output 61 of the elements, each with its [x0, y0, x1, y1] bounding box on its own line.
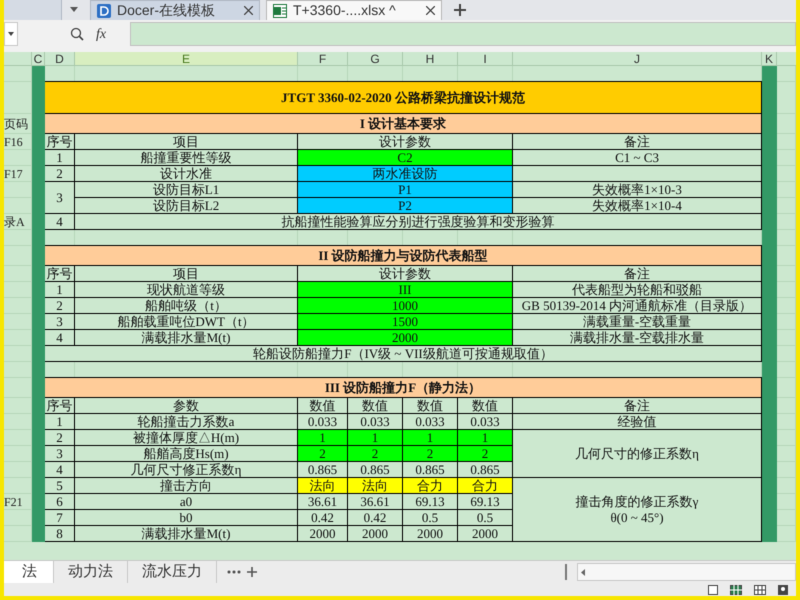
- table-cell: C2: [297, 149, 513, 166]
- section-header: III 设防船撞力F（静力法）: [44, 377, 762, 398]
- title-cell: JTGT 3360-02-2020 公路桥梁抗撞设计规范: [44, 81, 762, 114]
- zoom-icon[interactable]: [70, 27, 84, 41]
- table-cell: 1: [457, 429, 513, 446]
- table-cell: 2: [297, 445, 348, 462]
- table-cell: 法向: [347, 477, 403, 494]
- document-icon: [97, 4, 111, 18]
- left-arrow-icon[interactable]: [581, 568, 585, 576]
- table-cell: P2: [297, 197, 513, 214]
- column-header[interactable]: F: [298, 52, 348, 65]
- table-cell: 1500: [297, 313, 513, 330]
- table-cell: 合力: [402, 477, 458, 494]
- name-box[interactable]: [4, 22, 18, 46]
- table-cell: 合力: [457, 477, 513, 494]
- close-icon[interactable]: [244, 6, 253, 15]
- grid-icon[interactable]: [730, 584, 742, 594]
- table-cell: 法向: [297, 477, 348, 494]
- table-cell: 两水准设防: [297, 165, 513, 182]
- table-cell: 2000: [297, 329, 513, 346]
- more-icon[interactable]: [227, 570, 241, 574]
- column-header[interactable]: K: [762, 52, 777, 65]
- plus-icon[interactable]: [247, 567, 257, 577]
- browser-tab[interactable]: Docer-在线模板: [90, 0, 260, 20]
- close-icon[interactable]: [426, 6, 435, 15]
- caret-icon[interactable]: [70, 7, 78, 12]
- row-note: 页码: [4, 118, 28, 130]
- row-note: 录A: [4, 216, 25, 228]
- column-header[interactable]: H: [403, 52, 458, 65]
- table-cell: 2: [402, 445, 458, 462]
- browser-tab[interactable]: T+3360-....xlsx ^: [266, 0, 442, 20]
- table-cell: 满载排水量M(t): [74, 525, 298, 542]
- table-cell: III: [297, 281, 513, 298]
- horizontal-scrollbar[interactable]: [577, 563, 796, 581]
- grid-icon[interactable]: [754, 584, 766, 594]
- row-note: F21: [4, 496, 23, 508]
- table-cell: 1: [297, 429, 348, 446]
- column-header[interactable]: C: [32, 52, 45, 65]
- table-cell: P1: [297, 181, 513, 198]
- column-header[interactable]: I: [458, 52, 513, 65]
- table-cell: 1: [347, 429, 403, 446]
- spreadsheet-icon: [273, 4, 287, 18]
- sheet-tab[interactable]: 法: [4, 561, 54, 583]
- column-header[interactable]: G: [348, 52, 403, 65]
- table-cell: 撞击角度的修正系数γ θ(0 ~ 45°): [512, 477, 762, 542]
- plus-icon[interactable]: [454, 4, 466, 16]
- row-note: F16: [4, 136, 23, 148]
- page-icon[interactable]: [708, 584, 718, 594]
- column-header[interactable]: J: [513, 52, 762, 65]
- table-cell: 2: [457, 445, 513, 462]
- table-cell: 轮船设防船撞力F（IV级 ~ VII级航道可按通规取值）: [44, 345, 762, 362]
- table-cell: 2: [347, 445, 403, 462]
- fx-label[interactable]: fx: [96, 24, 106, 44]
- section-header: II 设防船撞力与设防代表船型: [44, 245, 762, 266]
- row-note: F17: [4, 168, 23, 180]
- column-header[interactable]: E: [75, 52, 298, 65]
- table-cell: 1000: [297, 297, 513, 314]
- table-cell: 抗船撞性能验算应分别进行强度验算和变形验算: [74, 213, 762, 230]
- section-header: I 设计基本要求: [44, 113, 762, 134]
- formula-field[interactable]: [130, 22, 796, 46]
- table-cell: 1: [402, 429, 458, 446]
